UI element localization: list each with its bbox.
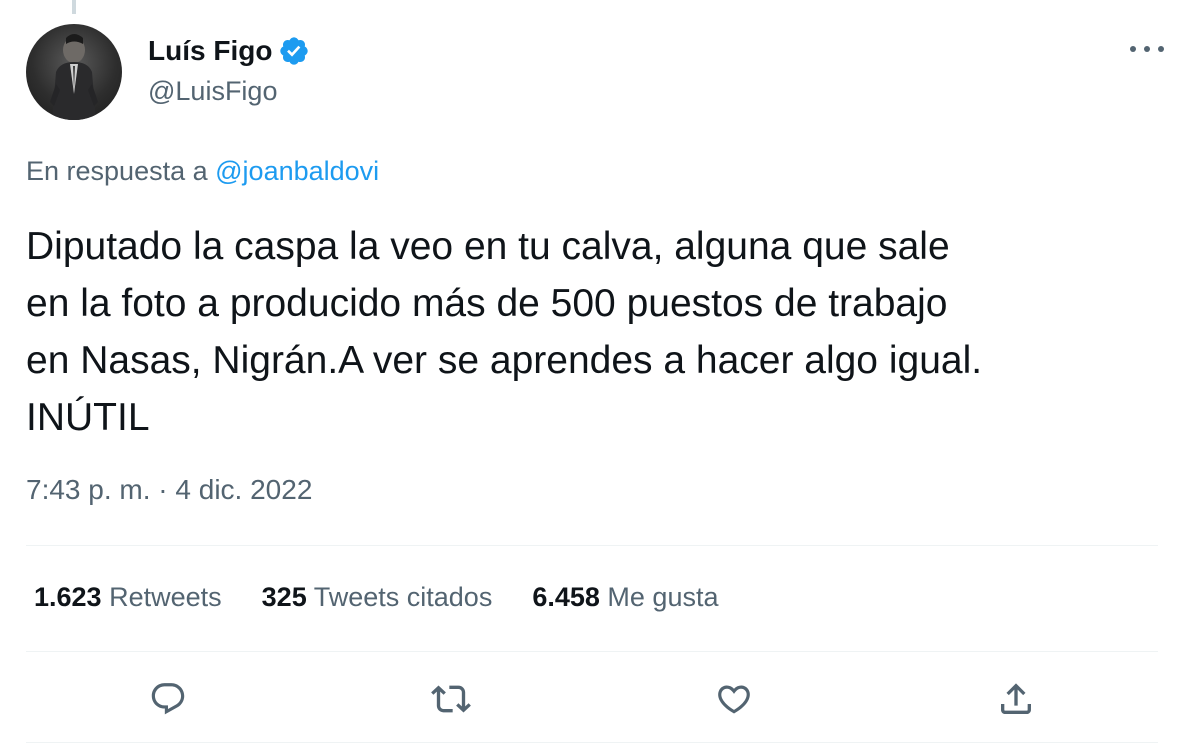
reply-mention-link[interactable]: @joanbaldovi: [215, 156, 379, 186]
like-button[interactable]: [713, 678, 755, 720]
retweet-button[interactable]: [430, 678, 472, 720]
reply-icon: [151, 683, 185, 715]
thread-connector-line: [72, 0, 76, 14]
reply-prefix: En respuesta a: [26, 156, 208, 186]
likes-stat[interactable]: 6.458 Me gusta: [532, 582, 718, 613]
avatar-photo: [50, 34, 98, 120]
like-icon: [718, 685, 750, 714]
share-button[interactable]: [995, 678, 1037, 720]
reply-context: En respuesta a @joanbaldovi: [26, 156, 379, 187]
retweets-label: Retweets: [109, 582, 222, 612]
quote-tweets-label: Tweets citados: [313, 582, 493, 612]
author-display-name[interactable]: Luís Figo: [148, 35, 272, 67]
retweets-count: 1.623: [34, 582, 102, 612]
tweet-stats: 1.623 Retweets 325 Tweets citados 6.458 …: [34, 582, 758, 613]
retweet-icon: [431, 685, 471, 713]
author-name-row: Luís Figo: [148, 32, 310, 70]
share-icon: [1001, 683, 1031, 714]
retweets-stat[interactable]: 1.623 Retweets: [34, 582, 222, 613]
likes-count: 6.458: [532, 582, 600, 612]
quote-tweets-count: 325: [261, 582, 307, 612]
tweet-author: Luís Figo @LuisFigo: [148, 32, 310, 107]
tweet-text: Diputado la caspa la veo en tu calva, al…: [26, 225, 983, 439]
tweet-timestamp[interactable]: 7:43 p. m. · 4 dic. 2022: [26, 474, 312, 506]
verified-badge-icon[interactable]: [278, 35, 310, 67]
divider: [26, 742, 1158, 743]
avatar[interactable]: [26, 24, 122, 120]
reply-button[interactable]: [147, 678, 189, 720]
quote-tweets-stat[interactable]: 325 Tweets citados: [262, 582, 493, 613]
divider: [26, 651, 1158, 652]
author-handle[interactable]: @LuisFigo: [148, 76, 310, 107]
divider: [26, 545, 1158, 546]
more-options-icon[interactable]: [1130, 38, 1164, 60]
likes-label: Me gusta: [607, 582, 719, 612]
